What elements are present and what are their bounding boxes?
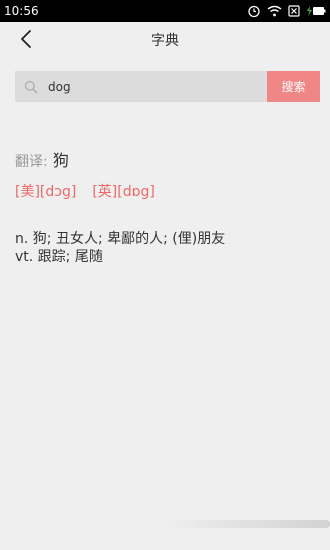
phonetics: [美][dɔg] [英][dɒg] bbox=[15, 182, 155, 202]
translation-label: 翻译: bbox=[15, 154, 48, 170]
status-time: 10:56 bbox=[4, 4, 39, 18]
definition-verb: vt. 跟踪; 尾随 bbox=[15, 249, 103, 265]
phonetic-us[interactable]: [美][dɔg] bbox=[15, 182, 76, 202]
sim-x-icon bbox=[288, 5, 300, 17]
alarm-icon bbox=[247, 4, 261, 18]
phonetic-uk[interactable]: [英][dɒg] bbox=[92, 182, 155, 202]
definitions: n. 狗; 丑女人; 卑鄙的人; (俚)朋友 vt. 跟踪; 尾随 bbox=[15, 230, 225, 266]
search-box bbox=[15, 71, 267, 102]
definition-noun: n. 狗; 丑女人; 卑鄙的人; (俚)朋友 bbox=[15, 231, 226, 247]
bottom-shadow bbox=[160, 520, 330, 528]
battery-charging-icon bbox=[306, 5, 326, 17]
search-bar: 搜索 bbox=[15, 71, 320, 102]
translation: 翻译: 狗 bbox=[15, 150, 69, 173]
translation-value: 狗 bbox=[52, 151, 69, 170]
status-icons bbox=[247, 3, 326, 19]
page-title: 字典 bbox=[151, 33, 179, 49]
status-bar: 10:56 bbox=[0, 0, 330, 22]
search-input[interactable] bbox=[48, 71, 263, 102]
search-button[interactable]: 搜索 bbox=[267, 71, 320, 102]
wifi-icon bbox=[267, 5, 282, 17]
search-icon bbox=[24, 79, 38, 94]
app-bar: 字典 bbox=[0, 22, 330, 62]
